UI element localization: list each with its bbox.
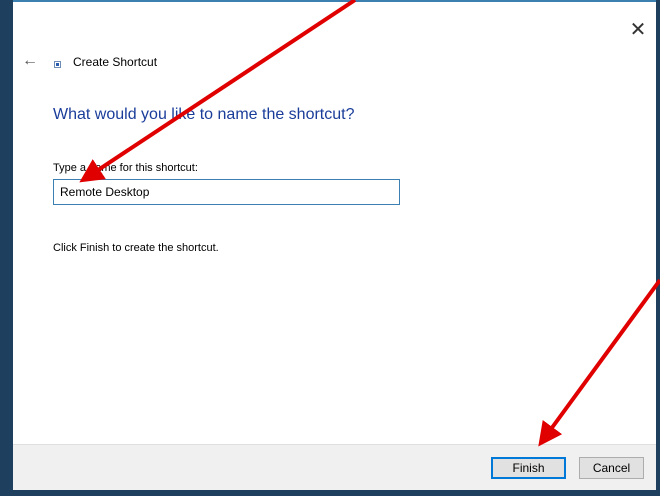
- create-shortcut-dialog: ✕ ← Create Shortcut What would you like …: [13, 0, 656, 490]
- shortcut-name-label: Type a name for this shortcut:: [53, 162, 198, 174]
- dialog-footer: Finish Cancel: [13, 444, 656, 490]
- instruction-text: Click Finish to create the shortcut.: [53, 242, 219, 254]
- close-icon[interactable]: ✕: [626, 18, 650, 42]
- shortcut-name-input[interactable]: [53, 179, 400, 205]
- back-arrow-icon[interactable]: ←: [21, 52, 39, 70]
- desktop-background: [0, 0, 13, 496]
- cancel-button[interactable]: Cancel: [579, 457, 644, 479]
- wizard-title: Create Shortcut: [73, 55, 158, 69]
- finish-button[interactable]: Finish: [491, 457, 566, 479]
- page-heading: What would you like to name the shortcut…: [53, 106, 355, 123]
- desktop-background-bottom: [0, 490, 660, 496]
- shortcut-icon: [54, 61, 61, 68]
- desktop-background-right: [656, 0, 660, 496]
